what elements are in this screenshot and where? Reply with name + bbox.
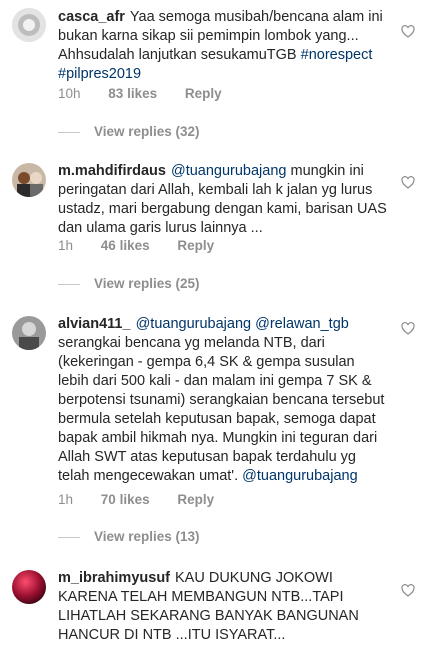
avatar[interactable] — [12, 8, 46, 42]
comment-body: m_ibrahimyusuf KAU DUKUNG JOKOWI KARENA T… — [58, 569, 388, 645]
comment-time: 1h — [58, 492, 74, 507]
comment-mention[interactable]: @relawan_tgb — [255, 316, 349, 332]
view-replies-button[interactable]: View replies (25) — [58, 276, 200, 291]
comment-username[interactable]: m.mahdifirdaus — [58, 163, 166, 179]
reply-button[interactable]: Reply — [177, 492, 214, 507]
comment-mention[interactable]: @tuangurubajang — [136, 316, 252, 332]
heart-outline-icon[interactable] — [401, 584, 415, 597]
comment-body: alvian411_ @tuangurubajang @relawan_tgb s… — [58, 315, 388, 486]
divider-line — [58, 536, 80, 538]
view-replies-label: View replies (13) — [94, 529, 200, 544]
view-replies-label: View replies (32) — [94, 124, 200, 139]
comment-text: serangkai bencana yg melanda NTB, dari (… — [58, 335, 385, 484]
comment-meta: 10h 83 likes Reply — [58, 86, 246, 101]
reply-button[interactable]: Reply — [185, 86, 222, 101]
avatar[interactable] — [12, 570, 46, 604]
heart-outline-icon[interactable] — [401, 176, 415, 189]
avatar[interactable] — [12, 316, 46, 350]
view-replies-button[interactable]: View replies (13) — [58, 529, 200, 544]
reply-button[interactable]: Reply — [177, 238, 214, 253]
divider-line — [58, 131, 80, 133]
comment-username[interactable]: alvian411_ — [58, 316, 131, 332]
comment-mention[interactable]: @tuangurubajang — [242, 468, 358, 484]
divider-line — [58, 283, 80, 285]
view-replies-label: View replies (25) — [94, 276, 200, 291]
comment-likes[interactable]: 70 likes — [101, 492, 150, 507]
comment-username[interactable]: casca_afr — [58, 9, 125, 25]
comment-time: 1h — [58, 238, 74, 253]
comment-time: 10h — [58, 86, 81, 101]
heart-outline-icon[interactable] — [401, 322, 415, 335]
comment-likes[interactable]: 46 likes — [101, 238, 150, 253]
comment-likes[interactable]: 83 likes — [108, 86, 157, 101]
comment-mention[interactable]: @tuangurubajang — [171, 163, 287, 179]
comment-body: casca_afr Yaa semoga musibah/bencana alam… — [58, 8, 388, 84]
heart-outline-icon[interactable] — [401, 25, 415, 38]
comment-username[interactable]: m_ibrahimyusuf — [58, 570, 170, 586]
view-replies-button[interactable]: View replies (32) — [58, 124, 200, 139]
comment-meta: 1h 46 likes Reply — [58, 238, 238, 253]
avatar[interactable] — [12, 163, 46, 197]
comment-body: m.mahdifirdaus @tuangurubajang mungkin in… — [58, 162, 388, 238]
comment-meta: 1h 70 likes Reply — [58, 492, 238, 507]
